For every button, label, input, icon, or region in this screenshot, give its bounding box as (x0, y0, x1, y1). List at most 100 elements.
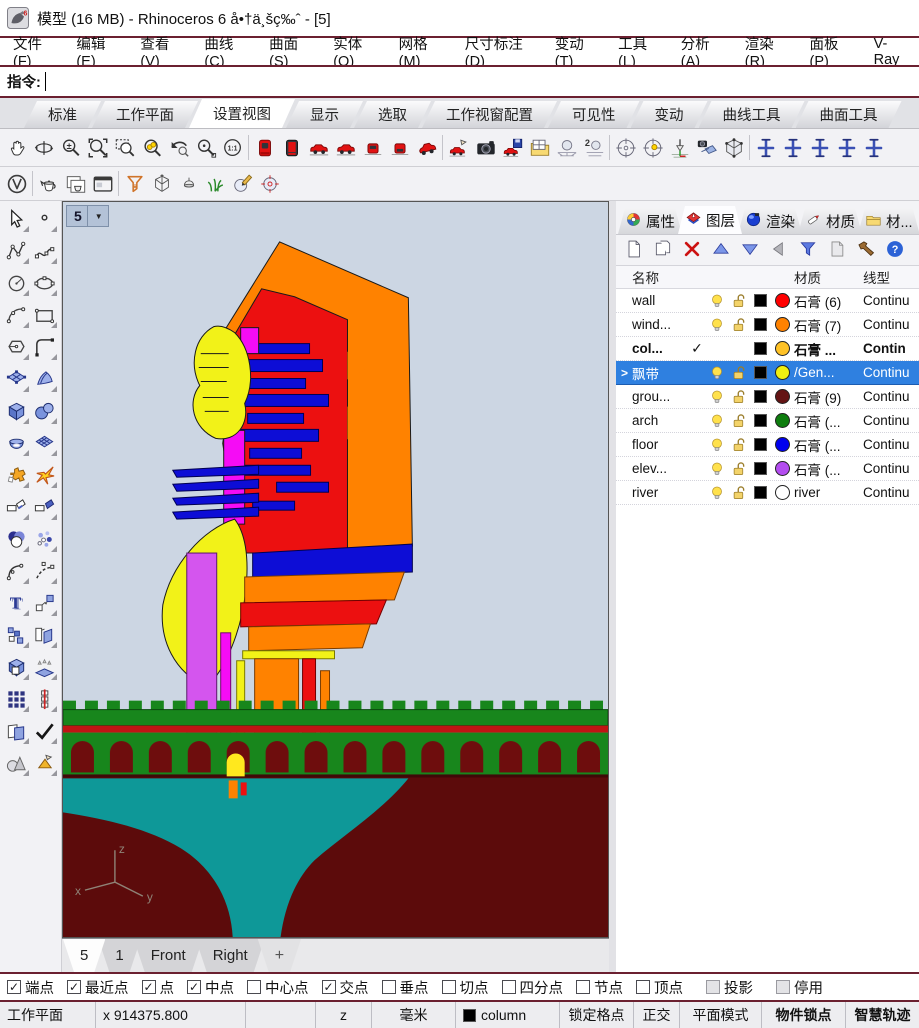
move-scale-button[interactable] (31, 590, 58, 617)
delete-layer-button[interactable] (679, 238, 705, 263)
osnap-交点[interactable]: ✓交点 (322, 977, 369, 998)
menu-item-V-Ray[interactable]: V-Ray (863, 38, 919, 65)
vray-grass-button[interactable] (202, 169, 229, 198)
menu-item-面板(P)[interactable]: 面板(P) (799, 38, 863, 65)
layer-material-swatch[interactable] (770, 293, 794, 308)
extrude-srf-button[interactable] (31, 654, 58, 681)
layer-row[interactable]: wall石膏 (6)Continu (616, 289, 919, 313)
layer-color-swatch[interactable] (750, 342, 770, 355)
menu-item-曲线(C)[interactable]: 曲线(C) (193, 38, 258, 65)
layer-row[interactable]: floor石膏 (...Continu (616, 433, 919, 457)
text-object-button[interactable]: TT (3, 590, 30, 617)
layer-material-swatch[interactable] (770, 413, 794, 428)
viewport-tab-5[interactable]: 5 (63, 939, 105, 972)
osnap-节点-checkbox[interactable] (576, 980, 590, 994)
column-name[interactable]: 名称 (632, 267, 688, 287)
curve-interp-button[interactable] (31, 238, 58, 265)
toolbar-tab-可见性[interactable]: 可见性 (548, 101, 640, 128)
layer-visibility-bulb-icon[interactable] (706, 316, 728, 334)
osnap-节点[interactable]: 节点 (576, 977, 623, 998)
array-grid-button[interactable] (3, 686, 30, 713)
layer-material-swatch[interactable] (770, 389, 794, 404)
viewport-tab-Front[interactable]: Front (134, 939, 203, 972)
layer-color-swatch[interactable] (750, 318, 770, 331)
front-view-truck-button[interactable] (251, 133, 278, 162)
solid-primitives-button[interactable] (3, 750, 30, 777)
boolean-union-button[interactable] (3, 462, 30, 489)
panel-splitter[interactable] (609, 201, 616, 972)
right-view-car-button[interactable] (332, 133, 359, 162)
column-linetype[interactable]: 线型 (863, 267, 919, 287)
menu-item-分析(A)[interactable]: 分析(A) (670, 38, 734, 65)
layer-visibility-bulb-icon[interactable] (706, 388, 728, 406)
osnap-停用[interactable]: 停用 (776, 977, 823, 998)
column-material[interactable]: 材质 (794, 267, 863, 287)
cube-view-button[interactable] (720, 133, 747, 162)
group-button[interactable] (3, 654, 30, 681)
camera-widget-button[interactable] (693, 133, 720, 162)
explode-button[interactable] (31, 462, 58, 489)
status-正交[interactable]: 正交 (634, 1002, 680, 1028)
layer-visibility-bulb-icon[interactable] (706, 436, 728, 454)
layer-material-swatch[interactable] (770, 365, 794, 380)
panel-tab-材...[interactable]: 材... (858, 208, 919, 234)
osnap-端点[interactable]: ✓端点 (7, 977, 54, 998)
perspective-car-button[interactable] (413, 133, 440, 162)
osnap-中心点[interactable]: 中心点 (247, 977, 309, 998)
plane-left-button[interactable] (806, 133, 833, 162)
status-平面模式[interactable]: 平面模式 (680, 1002, 762, 1028)
new-sublayer-button[interactable] (650, 238, 676, 263)
block-insert-button[interactable] (3, 622, 30, 649)
menu-item-尺寸标注(D)[interactable]: 尺寸标注(D) (454, 38, 544, 65)
zoom-extents-button[interactable] (84, 133, 111, 162)
osnap-端点-checkbox[interactable]: ✓ (7, 980, 21, 994)
layer-visibility-bulb-icon[interactable] (706, 484, 728, 502)
status-毫米[interactable]: 毫米 (372, 1002, 456, 1028)
layer-lock-icon[interactable] (728, 484, 750, 502)
mesh-srf-button[interactable] (31, 430, 58, 457)
crosshair-view-button[interactable] (612, 133, 639, 162)
status-物件锁点[interactable]: 物件锁点 (762, 1002, 846, 1028)
layer-row[interactable]: grou...石膏 (9)Continu (616, 385, 919, 409)
point-button[interactable] (31, 206, 58, 233)
layer-visibility-bulb-icon[interactable] (706, 364, 728, 382)
rotate-view-button[interactable] (30, 133, 57, 162)
menu-item-编辑(E)[interactable]: 编辑(E) (65, 38, 129, 65)
trim-button[interactable] (3, 494, 30, 521)
layout-views-button[interactable] (526, 133, 553, 162)
osnap-交点-checkbox[interactable]: ✓ (322, 980, 336, 994)
layer-row[interactable]: riverriverContinu (616, 481, 919, 505)
panel-tab-材质[interactable]: 材质 (798, 208, 862, 234)
box-button[interactable] (3, 398, 30, 425)
plane-back-button[interactable] (860, 133, 887, 162)
collapse-button[interactable] (766, 238, 792, 263)
layer-lock-icon[interactable] (728, 316, 750, 334)
layer-material-swatch[interactable] (770, 341, 794, 356)
array-linear-button[interactable] (31, 686, 58, 713)
command-line[interactable]: 指令: (0, 67, 919, 96)
layer-visibility-bulb-icon[interactable] (706, 460, 728, 478)
back-view-car-button[interactable] (386, 133, 413, 162)
vray-logo-button[interactable] (3, 169, 30, 198)
viewport-5[interactable]: z x y 5 ▼ (62, 201, 609, 938)
osnap-顶点[interactable]: 顶点 (636, 977, 683, 998)
osnap-四分点[interactable]: 四分点 (502, 977, 564, 998)
toolbar-tab-变动[interactable]: 变动 (631, 101, 708, 128)
layer-color-swatch[interactable] (750, 294, 770, 307)
osnap-点-checkbox[interactable]: ✓ (142, 980, 156, 994)
polygon-button[interactable] (3, 334, 30, 361)
menu-item-实体(O)[interactable]: 实体(O) (322, 38, 387, 65)
undo-view-button[interactable] (165, 133, 192, 162)
layer-lock-icon[interactable] (728, 364, 750, 382)
layer-row[interactable]: >飘带/Gen...Continu (616, 361, 919, 385)
save-view-car-button[interactable] (499, 133, 526, 162)
target-view-button[interactable] (639, 133, 666, 162)
point-cloud-button[interactable] (31, 526, 58, 553)
layer-lock-icon[interactable] (728, 436, 750, 454)
vray-funnel-button[interactable] (121, 169, 148, 198)
layer-lock-icon[interactable] (728, 388, 750, 406)
circle-button[interactable] (3, 270, 30, 297)
osnap-垂点[interactable]: 垂点 (382, 977, 429, 998)
layer-lock-icon[interactable] (728, 292, 750, 310)
toolbar-tab-标准[interactable]: 标准 (24, 101, 101, 128)
